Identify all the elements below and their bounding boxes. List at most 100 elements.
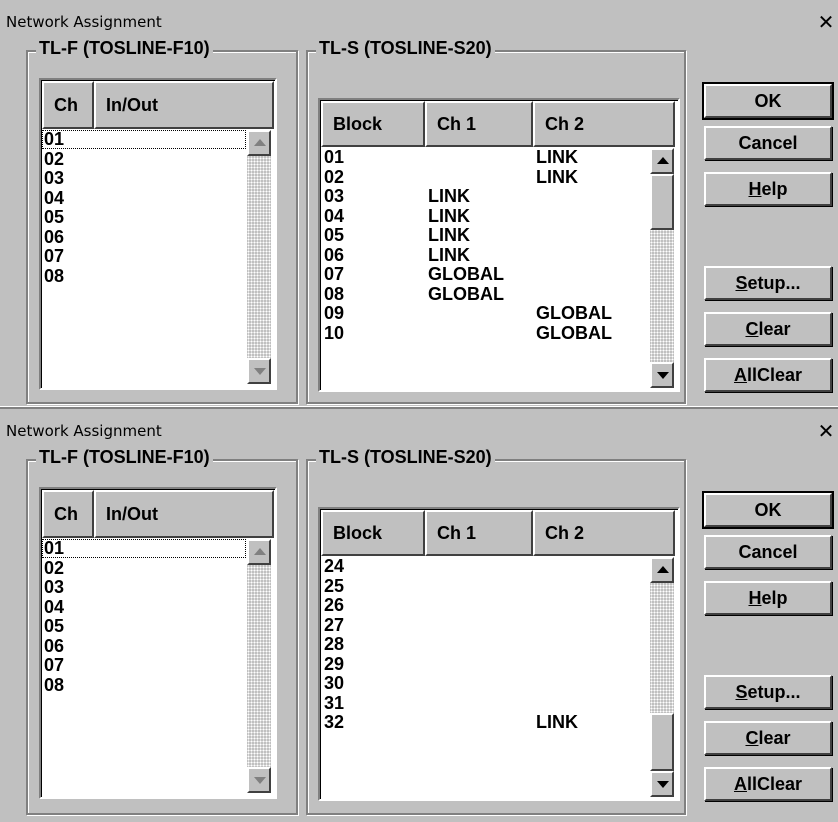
table-row[interactable]: 06 LINK [322,245,642,266]
tls-header-block[interactable]: Block [321,510,425,556]
arrow-up-icon [657,566,669,573]
close-icon[interactable]: ✕ [816,420,836,442]
tlf-header-ch[interactable]: Ch [42,490,94,538]
title-bar: Network Assignment ✕ [0,409,838,449]
table-row[interactable]: 10 GLOBAL [322,323,642,344]
scroll-up-button[interactable] [247,539,271,565]
table-row[interactable]: 28 [322,634,642,655]
scroll-up-button[interactable] [650,148,674,174]
table-row[interactable]: 08 GLOBAL [322,284,642,305]
tlf-vertical-scrollbar[interactable] [247,130,271,384]
clear-button[interactable]: Clear [704,312,832,346]
tls-vertical-scrollbar[interactable] [650,557,674,797]
table-row[interactable]: 05 LINK [322,225,642,246]
allclear-button[interactable]: AllClear [704,767,832,801]
title-bar: Network Assignment ✕ [0,0,838,40]
list-item[interactable]: 05 [43,616,243,637]
arrow-up-icon [254,139,266,146]
tls-group: TL-S (TOSLINE-S20) Block Ch 1 Ch 2 01 LIN… [306,38,686,404]
table-row[interactable]: 07 GLOBAL [322,264,642,285]
tls-header-ch1[interactable]: Ch 1 [425,510,533,556]
cancel-button[interactable]: Cancel [704,126,832,160]
list-item[interactable]: 07 [43,246,243,267]
scroll-down-button[interactable] [247,767,271,793]
tlf-group: TL-F (TOSLINE-F10) Ch In/Out 01 02 03 04… [26,447,298,815]
tls-vertical-scrollbar[interactable] [650,148,674,388]
scroll-thumb[interactable] [650,713,674,771]
tlf-group-label: TL-F (TOSLINE-F10) [36,447,213,468]
tls-block-list[interactable]: Block Ch 1 Ch 2 01 LINK 02 LINK 03 LINK 04 L… [318,98,680,392]
list-item[interactable]: 03 [43,577,243,598]
list-item[interactable]: 08 [43,675,243,696]
scroll-down-button[interactable] [650,362,674,388]
tls-header-ch2[interactable]: Ch 2 [533,510,675,556]
close-icon[interactable]: ✕ [816,11,836,33]
help-button[interactable]: Help [704,172,832,206]
tlf-group-label: TL-F (TOSLINE-F10) [36,38,213,59]
table-row[interactable]: 29 [322,654,642,675]
scroll-up-button[interactable] [650,557,674,583]
tls-group-label: TL-S (TOSLINE-S20) [316,447,495,468]
allclear-button[interactable]: AllClear [704,358,832,392]
list-item[interactable]: 08 [43,266,243,287]
network-assignment-dialog-1: Network Assignment ✕ TL-F (TOSLINE-F10) … [0,0,838,406]
tlf-vertical-scrollbar[interactable] [247,539,271,793]
help-button[interactable]: Help [704,581,832,615]
table-row[interactable]: 27 [322,615,642,636]
table-row[interactable]: 03 LINK [322,186,642,207]
focus-rectangle [42,130,246,149]
tlf-channel-list[interactable]: Ch In/Out 01 02 03 04 05 06 07 08 [39,78,277,390]
scroll-up-button[interactable] [247,130,271,156]
table-row[interactable]: 01 LINK [322,148,642,168]
clear-button[interactable]: Clear [704,721,832,755]
tls-header-ch2[interactable]: Ch 2 [533,101,675,147]
network-assignment-dialog-2: Network Assignment ✕ TL-F (TOSLINE-F10) … [0,407,838,822]
list-item[interactable]: 06 [43,227,243,248]
table-row[interactable]: 25 [322,576,642,597]
table-row[interactable]: 24 [322,557,642,577]
ok-button[interactable]: OK [702,491,834,529]
list-item[interactable]: 07 [43,655,243,676]
dialog-title: Network Assignment [6,422,162,440]
list-item[interactable]: 02 [43,558,243,579]
ok-button[interactable]: OK [702,82,834,120]
tlf-group: TL-F (TOSLINE-F10) Ch In/Out 01 02 03 04… [26,38,298,404]
scroll-thumb[interactable] [650,174,674,230]
arrow-down-icon [657,372,669,379]
list-item[interactable]: 03 [43,168,243,189]
tlf-channel-list[interactable]: Ch In/Out 01 02 03 04 05 06 07 08 [39,487,277,799]
scroll-down-button[interactable] [650,771,674,797]
list-item[interactable]: 06 [43,636,243,657]
tls-group-label: TL-S (TOSLINE-S20) [316,38,495,59]
table-row[interactable]: 26 [322,595,642,616]
arrow-down-icon [657,781,669,788]
setup-button[interactable]: Setup... [704,266,832,300]
arrow-up-icon [254,548,266,555]
list-item[interactable]: 01 [42,129,246,150]
list-item[interactable]: 02 [43,149,243,170]
arrow-up-icon [657,157,669,164]
tls-header-ch1[interactable]: Ch 1 [425,101,533,147]
list-item[interactable]: 01 [42,538,246,559]
tls-group: TL-S (TOSLINE-S20) Block Ch 1 Ch 2 24 25… [306,447,686,815]
scroll-down-button[interactable] [247,358,271,384]
list-item[interactable]: 04 [43,597,243,618]
list-item[interactable]: 05 [43,207,243,228]
list-item[interactable]: 04 [43,188,243,209]
tlf-header-inout[interactable]: In/Out [94,490,274,538]
tls-header-block[interactable]: Block [321,101,425,147]
tls-block-list[interactable]: Block Ch 1 Ch 2 24 25 26 27 28 29 30 31 … [318,507,680,801]
table-row[interactable]: 02 LINK [322,167,642,188]
focus-rectangle [42,539,246,558]
arrow-down-icon [254,368,266,375]
table-row[interactable]: 32 LINK [322,712,642,733]
table-row[interactable]: 30 [322,673,642,694]
table-row[interactable]: 04 LINK [322,206,642,227]
table-row[interactable]: 31 [322,693,642,714]
arrow-down-icon [254,777,266,784]
setup-button[interactable]: Setup... [704,675,832,709]
tlf-header-ch[interactable]: Ch [42,81,94,129]
table-row[interactable]: 09 GLOBAL [322,303,642,324]
tlf-header-inout[interactable]: In/Out [94,81,274,129]
cancel-button[interactable]: Cancel [704,535,832,569]
